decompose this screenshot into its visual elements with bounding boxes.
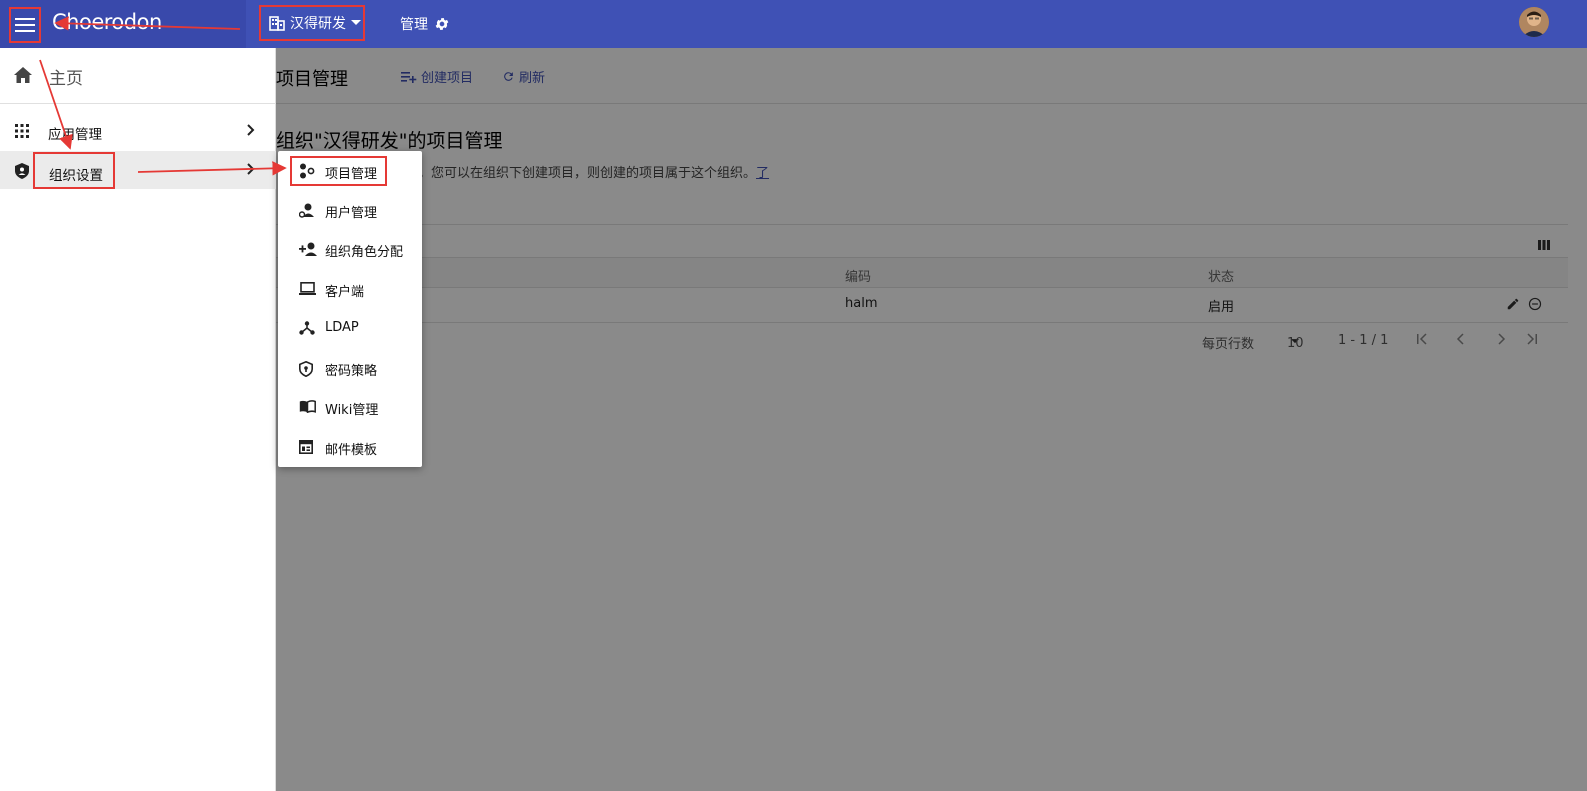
submenu-item-password-policy[interactable]: 密码策略	[278, 349, 422, 388]
building-icon	[269, 15, 285, 31]
apps-grid-icon	[15, 124, 29, 138]
caret-down-icon	[351, 20, 361, 25]
submenu-item-label: 邮件模板	[325, 443, 378, 458]
sidebar-item-label: 应用管理	[48, 127, 102, 143]
app-logo[interactable]: Choerodon	[52, 10, 162, 34]
page: Choerodon 汉得研发 管理 项目管理 创建项目 刷新 组织"汉得研发"的…	[0, 0, 1587, 791]
chevron-right-icon	[247, 124, 255, 136]
submenu-item-project-management[interactable]: 项目管理	[278, 151, 422, 190]
submenu-item-label: 密码策略	[325, 364, 378, 379]
nav-home-label: 主页	[49, 69, 83, 89]
user-avatar[interactable]	[1519, 7, 1549, 37]
submenu-item-label: 项目管理	[290, 156, 387, 186]
side-navigation: 主页 应用管理 组织设置	[0, 48, 276, 791]
sidebar-item-org-settings[interactable]: 组织设置	[0, 151, 276, 189]
person-add-icon	[299, 242, 317, 256]
hamburger-menu-icon	[15, 18, 35, 32]
manage-menu-button[interactable]: 管理	[400, 14, 450, 34]
submenu-item-label: 用户管理	[325, 206, 378, 221]
org-switcher-button[interactable]: 汉得研发	[259, 5, 365, 41]
submenu-item-org-role-assignment[interactable]: 组织角色分配	[278, 230, 422, 269]
home-icon	[14, 67, 32, 83]
user-photo-icon	[1519, 7, 1549, 37]
shield-user-icon	[15, 163, 29, 179]
submenu-item-label: 组织角色分配	[325, 245, 404, 260]
submenu-item-label: LDAP	[325, 320, 359, 335]
submenu-item-label: 客户端	[325, 285, 365, 300]
submenu-item-ldap[interactable]: LDAP	[278, 309, 422, 348]
org-name: 汉得研发	[290, 16, 346, 32]
laptop-icon	[299, 282, 316, 295]
gear-icon	[435, 18, 449, 30]
chevron-right-icon	[247, 163, 255, 175]
password-shield-icon	[299, 361, 313, 377]
mail-template-icon	[299, 440, 313, 454]
menu-toggle-button[interactable]	[9, 7, 41, 43]
org-settings-submenu: 项目管理 用户管理 组织角色分配 客户端 LDAP 密码策略 Wiki管理 邮件…	[278, 151, 422, 467]
submenu-item-label: Wiki管理	[325, 403, 379, 418]
manage-label: 管理	[400, 17, 428, 33]
sidebar-item-app-management[interactable]: 应用管理	[0, 112, 276, 150]
user-settings-icon	[299, 203, 314, 218]
submenu-item-user-management[interactable]: 用户管理	[278, 191, 422, 230]
book-icon	[299, 400, 316, 413]
top-bar: Choerodon 汉得研发 管理	[0, 0, 1587, 48]
submenu-item-mail-template[interactable]: 邮件模板	[278, 428, 422, 467]
sidebar-item-label: 组织设置	[33, 152, 115, 189]
nav-home[interactable]: 主页	[0, 48, 276, 104]
ldap-network-icon	[299, 321, 315, 335]
submenu-item-wiki-management[interactable]: Wiki管理	[278, 388, 422, 427]
submenu-item-client[interactable]: 客户端	[278, 270, 422, 309]
